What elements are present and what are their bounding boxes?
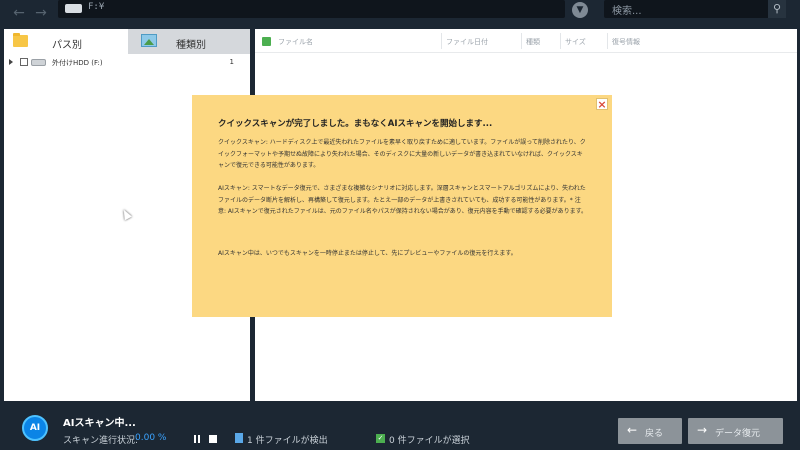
dialog-paragraph-quick-scan: クイックスキャン: ハードディスク上で最近失われたファイルを素早く取り戻すために…: [218, 139, 586, 169]
selected-count: 0 件ファイルが選択: [389, 436, 470, 446]
recover-button-label: データ復元: [715, 429, 761, 439]
column-header-date[interactable]: ファイル日付: [446, 37, 488, 47]
file-list-header: ファイル名 ファイル日付 種類 サイズ 復号情報: [255, 29, 797, 53]
scan-info-dialog: × クイックスキャンが完了しました。まもなくAIスキャンを開始します... クイ…: [192, 95, 612, 317]
path-text: F:¥: [88, 2, 105, 12]
file-icon: [235, 433, 243, 443]
tree-checkbox[interactable]: [20, 58, 28, 66]
status-bar: AI AIスキャン中... スキャン進行状況: 0.00 % 1 件ファイルが検…: [0, 403, 800, 450]
progress-value: 0.00 %: [135, 433, 167, 443]
path-bar[interactable]: F:¥: [58, 0, 565, 18]
toolbar: ← → F:¥ ▼ 検索... ⚲: [0, 0, 800, 28]
back-button-label: 戻る: [645, 429, 664, 439]
ai-logo: AI: [22, 415, 48, 441]
search-placeholder: 検索...: [612, 6, 642, 17]
column-header-name[interactable]: ファイル名: [278, 37, 313, 47]
recover-button[interactable]: → データ復元: [688, 418, 783, 444]
search-input[interactable]: 検索... ⚲: [604, 0, 786, 18]
column-divider: [441, 33, 442, 49]
image-icon: [141, 34, 157, 47]
tree-item-drive[interactable]: 外付けHDD (F:) 1: [4, 57, 250, 71]
progress-label: スキャン進行状況:: [63, 436, 139, 446]
back-button[interactable]: ← 戻る: [618, 418, 682, 444]
check-icon: ✓: [376, 434, 385, 443]
column-header-type[interactable]: 種類: [526, 37, 540, 47]
pause-icon[interactable]: [193, 435, 201, 443]
folder-icon: [13, 33, 28, 47]
arrow-right-icon[interactable]: →: [32, 4, 50, 22]
arrow-right-icon: →: [697, 423, 708, 437]
tab-path[interactable]: パス別: [4, 29, 127, 54]
filter-icon[interactable]: ▼: [572, 2, 588, 18]
dialog-title: クイックスキャンが完了しました。まもなくAIスキャンを開始します...: [218, 119, 493, 129]
column-divider: [560, 33, 561, 49]
column-divider: [521, 33, 522, 49]
drive-icon: [65, 4, 82, 13]
tree-item-count: 1: [229, 58, 234, 66]
column-divider: [607, 33, 608, 49]
select-all-checkbox[interactable]: [262, 37, 271, 46]
column-header-info[interactable]: 復号情報: [612, 37, 640, 47]
close-icon[interactable]: ×: [596, 98, 608, 110]
tab-type[interactable]: 種類別: [128, 29, 250, 54]
tab-path-label: パス別: [52, 40, 82, 51]
tree-item-label: 外付けHDD (F:): [52, 59, 103, 67]
column-header-size[interactable]: サイズ: [565, 37, 586, 47]
expand-arrow-icon[interactable]: [9, 59, 13, 65]
search-icon[interactable]: ⚲: [768, 0, 786, 18]
dialog-paragraph-ai-scan: AIスキャン: スマートなデータ復元で、さまざまな複雑なシナリオに対応します。深…: [218, 185, 587, 215]
arrow-left-icon[interactable]: ←: [10, 4, 28, 22]
dialog-paragraph-pause-note: AIスキャン中は、いつでもスキャンを一時停止または停止して、先にプレビューやファ…: [218, 250, 517, 257]
tab-type-label: 種類別: [176, 40, 206, 51]
arrow-left-icon: ←: [627, 423, 638, 437]
scan-title: AIスキャン中...: [63, 418, 136, 429]
found-count: 1 件ファイルが検出: [247, 436, 328, 446]
stop-icon[interactable]: [209, 435, 217, 443]
hdd-icon: [31, 59, 46, 66]
